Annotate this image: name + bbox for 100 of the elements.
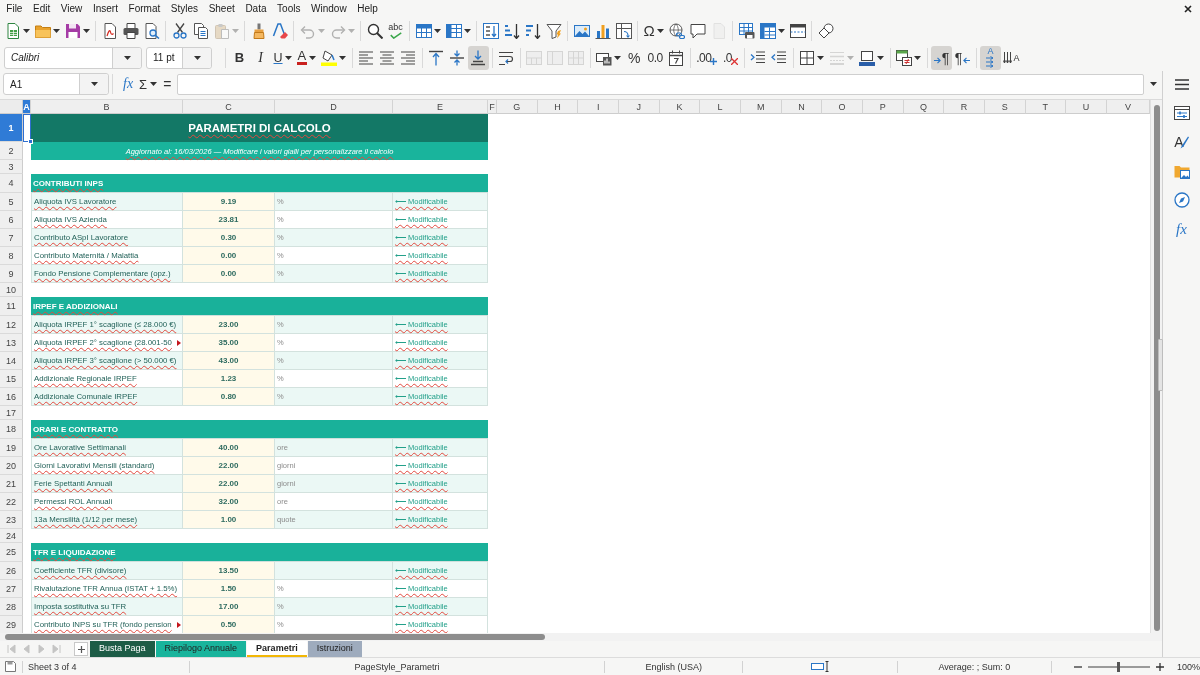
menu-item[interactable]: Format xyxy=(123,2,166,15)
row-header[interactable]: 11 xyxy=(0,297,23,316)
column-header[interactable]: U xyxy=(1066,100,1107,114)
horizontal-scrollbar[interactable] xyxy=(0,633,1162,641)
fill-handle[interactable] xyxy=(28,139,33,144)
column-header[interactable]: O xyxy=(822,100,863,114)
right-to-left-button[interactable]: ¶ xyxy=(951,45,973,70)
row-header[interactable]: 15 xyxy=(0,370,23,388)
menu-item[interactable]: Insert xyxy=(87,2,124,15)
column-header[interactable]: N xyxy=(781,100,823,114)
row-header[interactable]: 3 xyxy=(0,160,23,174)
menu-item[interactable]: Tools xyxy=(271,2,306,15)
column-header[interactable]: S xyxy=(984,100,1026,114)
sidebar-grip[interactable] xyxy=(1158,339,1163,391)
special-character-button[interactable]: Ω xyxy=(641,18,667,43)
row-header[interactable]: 24 xyxy=(0,529,23,543)
cell-cursor[interactable] xyxy=(23,114,31,142)
check-icon xyxy=(389,31,402,39)
column-header[interactable]: H xyxy=(537,100,579,114)
font-name-field[interactable]: Calibri xyxy=(4,46,142,69)
column-header[interactable]: K xyxy=(659,100,701,114)
zoom-in-button[interactable] xyxy=(1154,660,1166,673)
add-sheet-button[interactable] xyxy=(74,642,88,656)
standard-format-button[interactable]: 0.0 xyxy=(644,45,666,70)
row-header[interactable]: 21 xyxy=(0,475,23,493)
row-header[interactable]: 14 xyxy=(0,352,23,370)
row-header[interactable]: 12 xyxy=(0,316,23,334)
column-header[interactable]: Q xyxy=(903,100,945,114)
column-header[interactable]: P xyxy=(862,100,904,114)
row-header[interactable]: 9 xyxy=(0,265,23,283)
row-header[interactable]: 5 xyxy=(0,193,23,211)
column-header[interactable]: L xyxy=(700,100,741,114)
column-header[interactable]: J xyxy=(618,100,660,114)
column-header[interactable]: D xyxy=(275,100,393,114)
styles-tab[interactable]: A xyxy=(1168,129,1195,155)
column-header[interactable]: B xyxy=(31,100,183,114)
row-header[interactable]: 10 xyxy=(0,283,23,297)
row-header[interactable]: 19 xyxy=(0,439,23,457)
formula-input-field[interactable] xyxy=(177,73,1144,95)
sort-descending-icon xyxy=(524,22,541,39)
sum-button[interactable]: Σ xyxy=(136,73,161,95)
menu-item[interactable]: Data xyxy=(240,2,272,15)
row-header[interactable]: 8 xyxy=(0,247,23,265)
column-header[interactable]: I xyxy=(578,100,619,114)
name-box[interactable]: A1 xyxy=(3,73,109,95)
row-header[interactable]: 20 xyxy=(0,457,23,475)
menu-item[interactable]: File xyxy=(1,2,28,15)
sheet-tab[interactable]: Istruzioni xyxy=(307,641,362,657)
column-header[interactable]: G xyxy=(497,100,538,114)
column-header[interactable]: E xyxy=(393,100,488,114)
row-header[interactable]: 18 xyxy=(0,420,23,439)
row-header[interactable]: 23 xyxy=(0,511,23,529)
slider-thumb[interactable] xyxy=(1117,661,1121,672)
functions-tab[interactable]: fx xyxy=(1168,216,1195,242)
underline-button[interactable]: U xyxy=(271,45,295,70)
left-to-right-button[interactable]: ¶ xyxy=(930,45,952,70)
row-header[interactable]: 27 xyxy=(0,580,23,598)
menu-item[interactable]: Edit xyxy=(27,2,56,15)
row-header[interactable]: 28 xyxy=(0,598,23,616)
menu-item[interactable]: Styles xyxy=(165,2,204,15)
sheet-tab[interactable]: Busta Paga xyxy=(90,641,155,657)
column-header[interactable]: T xyxy=(1025,100,1067,114)
scrollbar-thumb[interactable] xyxy=(1154,105,1160,631)
sheet-tab[interactable]: Parametri xyxy=(247,641,307,657)
font-size-field[interactable]: 11 pt xyxy=(146,46,212,69)
row-header[interactable]: 6 xyxy=(0,211,23,229)
sheet-tab[interactable]: Riepilogo Annuale xyxy=(155,641,247,657)
align-bottom-button[interactable] xyxy=(467,45,489,70)
italic-button[interactable]: I xyxy=(250,45,271,70)
menu-item[interactable]: Help xyxy=(351,2,384,15)
menu-item[interactable]: Sheet xyxy=(203,2,241,15)
add-decimal-button[interactable]: .00 xyxy=(693,45,720,70)
row-header[interactable]: 13 xyxy=(0,334,23,352)
column-header[interactable]: C xyxy=(183,100,275,114)
menu-item[interactable]: Window xyxy=(305,2,352,15)
row-header[interactable]: 26 xyxy=(0,562,23,580)
scrollbar-thumb[interactable] xyxy=(5,634,545,640)
row-header[interactable]: 7 xyxy=(0,229,23,247)
row-header[interactable]: 22 xyxy=(0,493,23,511)
close-document-button[interactable] xyxy=(1182,2,1194,15)
column-header[interactable]: V xyxy=(1106,100,1150,114)
vertical-text-button[interactable]: A xyxy=(1000,45,1022,70)
row-header[interactable]: 17 xyxy=(0,406,23,420)
row-header[interactable]: 29 xyxy=(0,616,23,633)
spelling-button[interactable]: abc xyxy=(385,18,406,43)
menu-item[interactable]: View xyxy=(55,2,88,15)
column-header[interactable]: M xyxy=(740,100,782,114)
column-header[interactable]: R xyxy=(944,100,985,114)
row-header[interactable]: 1 xyxy=(0,114,23,142)
row-header[interactable]: 2 xyxy=(0,142,23,160)
percent-format-button[interactable]: % xyxy=(623,45,645,70)
delete-decimal-button[interactable]: .0 xyxy=(719,45,741,70)
font-color-button[interactable]: A xyxy=(294,45,319,70)
function-wizard-button[interactable]: fx xyxy=(120,73,137,95)
row-header[interactable]: 4 xyxy=(0,174,23,193)
row-header[interactable]: 16 xyxy=(0,388,23,406)
bold-button[interactable]: B xyxy=(229,45,250,70)
row-header[interactable]: 25 xyxy=(0,543,23,562)
formula-button[interactable]: = xyxy=(160,73,175,95)
vertical-scrollbar[interactable] xyxy=(1150,100,1162,633)
